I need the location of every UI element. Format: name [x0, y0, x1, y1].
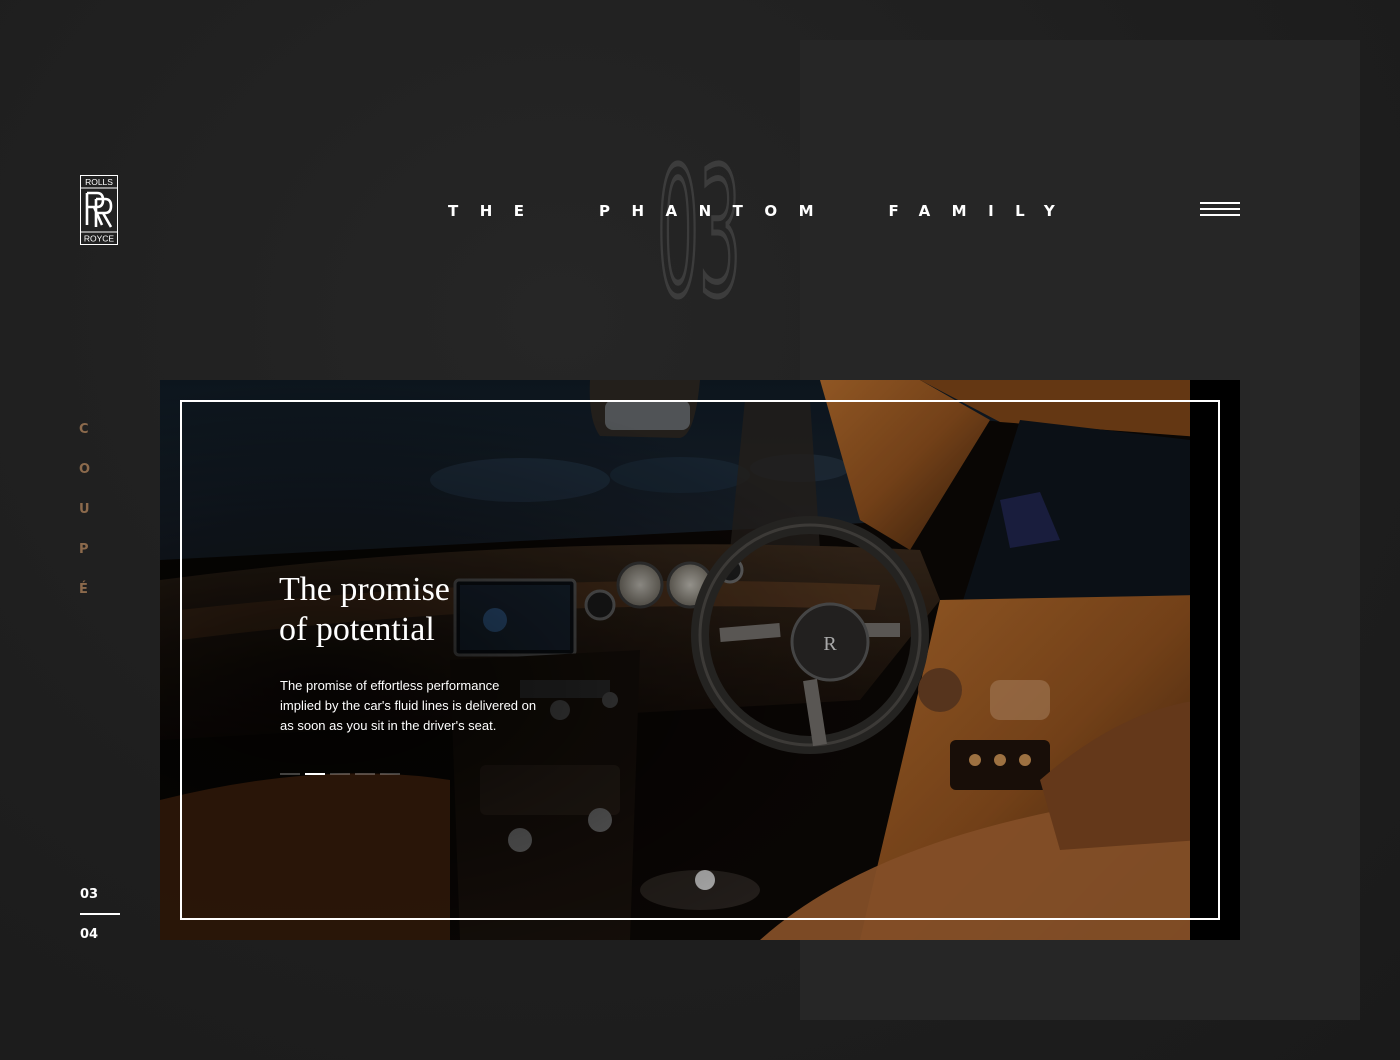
- pager-total[interactable]: 04: [80, 927, 98, 942]
- hero-heading-line-2: of potential: [279, 611, 435, 648]
- hero-frame: [180, 400, 1220, 920]
- model-category-letter: P: [79, 542, 89, 557]
- model-category-label: C O U P É: [79, 422, 90, 622]
- section-number-text: 03: [657, 131, 741, 318]
- pager-current[interactable]: 03: [80, 887, 98, 902]
- logo-mark: ROLLS ROYCE: [80, 175, 118, 245]
- slide-dot-2[interactable]: [305, 773, 325, 775]
- logo-text-top: ROLLS: [85, 177, 113, 187]
- model-category-letter: É: [79, 582, 88, 597]
- rolls-royce-logo[interactable]: ROLLS ROYCE: [80, 175, 118, 245]
- page-title: THE PHANTOM FAMILY: [448, 202, 1077, 220]
- logo-text-bottom: ROYCE: [84, 234, 115, 244]
- slide-dot-4[interactable]: [355, 773, 375, 775]
- slide-dot-3[interactable]: [330, 773, 350, 775]
- pager-divider: [80, 913, 120, 915]
- hero-heading: The promise of potential: [279, 570, 539, 650]
- menu-button[interactable]: [1200, 202, 1240, 218]
- model-category-letter: U: [79, 502, 90, 517]
- slide-dot-5[interactable]: [380, 773, 400, 775]
- hero-heading-line-1: The promise: [279, 571, 450, 608]
- slide-dot-1[interactable]: [280, 773, 300, 775]
- hero-slide: R The promise of potential The promise o…: [160, 380, 1240, 940]
- model-category-letter: O: [79, 462, 91, 477]
- hero-description: The promise of effortless performance im…: [280, 678, 537, 733]
- slide-indicator: [280, 773, 400, 775]
- model-category-letter: C: [79, 422, 89, 437]
